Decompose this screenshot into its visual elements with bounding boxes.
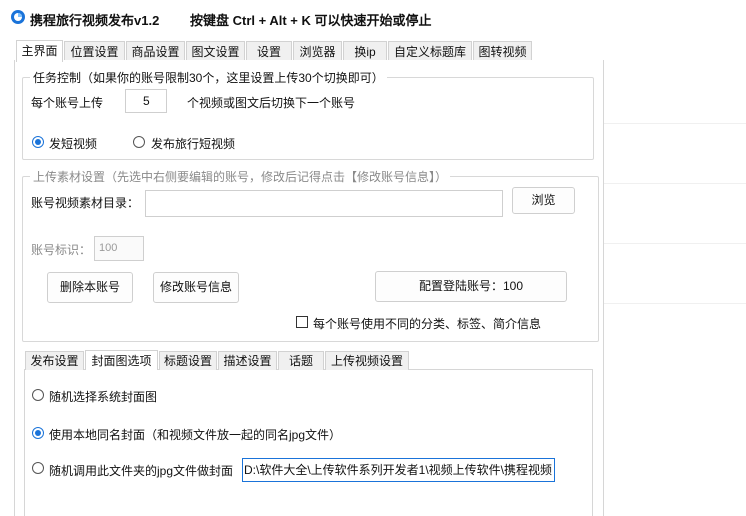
radio-random-system-cover[interactable] bbox=[32, 389, 44, 401]
video-dir-label: 账号视频素材目录： bbox=[31, 196, 140, 210]
radio-random-folder-cover-label: 随机调用此文件夹的jpg文件做封面 bbox=[49, 464, 234, 478]
tab-product-settings[interactable]: 商品设置 bbox=[126, 41, 185, 61]
radio-short-video-label: 发短视频 bbox=[49, 137, 98, 151]
tab-image-text-settings[interactable]: 图文设置 bbox=[186, 41, 245, 61]
tab-main[interactable]: 主界面 bbox=[16, 40, 63, 62]
radio-local-same-name-cover-label: 使用本地同名封面（和视频文件放一起的同名jpg文件） bbox=[49, 428, 342, 442]
per-account-label: 每个账号上传 bbox=[31, 96, 104, 110]
account-id-label: 账号标识： bbox=[31, 243, 92, 257]
panel-right-border bbox=[603, 60, 604, 516]
app-title: 携程旅行视频发布v1.2 bbox=[30, 13, 160, 28]
subtab-cover-options[interactable]: 封面图选项 bbox=[85, 350, 158, 370]
radio-short-video[interactable] bbox=[32, 136, 44, 148]
upload-material-legend: 上传素材设置（先选中右侧要编辑的账号，修改后记得点击【修改账号信息】） bbox=[30, 168, 451, 185]
modify-account-button[interactable]: 修改账号信息 bbox=[153, 272, 239, 303]
radio-travel-video[interactable] bbox=[133, 136, 145, 148]
task-control-legend: 任务控制（如果你的账号限制30个，这里设置上传30个切换即可） bbox=[30, 69, 387, 86]
tab-browser[interactable]: 浏览器 bbox=[293, 41, 342, 61]
subtab-upload-video-settings[interactable]: 上传视频设置 bbox=[325, 351, 409, 370]
hotkey-hint: 按键盘 Ctrl + Alt + K 可以快速开始或停止 bbox=[190, 13, 432, 28]
subtab-description-settings[interactable]: 描述设置 bbox=[218, 351, 277, 370]
subtab-publish-settings[interactable]: 发布设置 bbox=[25, 351, 84, 370]
radio-random-system-cover-label: 随机选择系统封面图 bbox=[49, 390, 158, 404]
different-category-checkbox[interactable] bbox=[296, 316, 308, 328]
tab-change-ip[interactable]: 换ip bbox=[343, 41, 387, 61]
subtab-topics[interactable]: 话题 bbox=[278, 351, 324, 370]
list-row-separator bbox=[604, 243, 746, 244]
radio-travel-video-label: 发布旅行短视频 bbox=[151, 137, 236, 151]
tab-position-settings[interactable]: 位置设置 bbox=[64, 41, 125, 61]
radio-local-same-name-cover[interactable] bbox=[32, 427, 44, 439]
list-row-separator bbox=[604, 183, 746, 184]
app-window: { "app": { "title": "携程旅行视频发布v1.2", "hin… bbox=[0, 0, 746, 516]
radio-random-folder-cover[interactable] bbox=[32, 462, 44, 474]
account-id-input[interactable]: 100 bbox=[94, 236, 144, 261]
app-logo-icon bbox=[11, 10, 25, 24]
per-account-count-input[interactable]: 5 bbox=[125, 89, 167, 113]
browse-button[interactable]: 浏览 bbox=[512, 187, 575, 214]
list-row-separator bbox=[604, 303, 746, 304]
config-login-account-button[interactable]: 配置登陆账号：100 bbox=[375, 271, 567, 302]
different-category-checkbox-label: 每个账号使用不同的分类、标签、简介信息 bbox=[313, 317, 542, 331]
subtab-title-settings[interactable]: 标题设置 bbox=[159, 351, 217, 370]
tab-image-to-video[interactable]: 图转视频 bbox=[473, 41, 532, 61]
cover-folder-path-input[interactable]: D:\软件大全\上传软件系列开发者1\视频上传软件\携程视频 bbox=[242, 458, 555, 482]
list-row-separator bbox=[604, 123, 746, 124]
delete-account-button[interactable]: 删除本账号 bbox=[47, 272, 133, 303]
video-dir-input[interactable] bbox=[145, 190, 503, 217]
tab-settings[interactable]: 设置 bbox=[246, 41, 292, 61]
tab-custom-title-library[interactable]: 自定义标题库 bbox=[388, 41, 472, 61]
per-account-suffix: 个视频或图文后切换下一个账号 bbox=[187, 96, 356, 110]
task-control-group bbox=[22, 77, 594, 160]
